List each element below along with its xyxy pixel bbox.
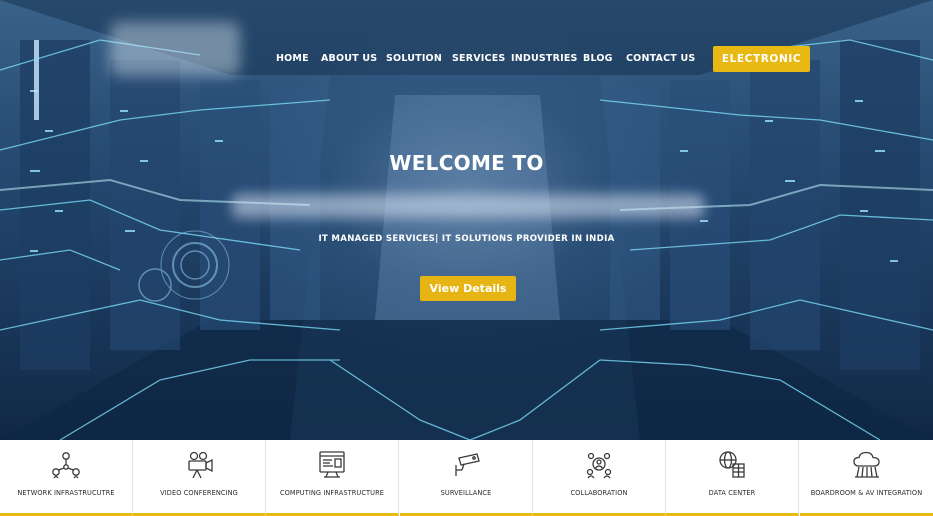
nav-home[interactable]: HOME <box>276 46 309 72</box>
nav-contact-us[interactable]: CONTACT US <box>626 46 695 72</box>
category-video-conferencing[interactable]: VIDEO CONFERENCING <box>133 440 266 516</box>
view-details-button[interactable]: View Details <box>420 276 516 301</box>
category-label: SURVEILLANCE <box>440 489 492 497</box>
category-label: DATA CENTER <box>708 489 756 497</box>
cloud-icon <box>852 451 880 478</box>
hero-welcome-heading: WELCOME TO <box>389 151 544 175</box>
computer-icon <box>319 451 345 478</box>
category-label: VIDEO CONFERENCING <box>160 489 238 497</box>
service-categories: NETWORK INFRASTRUCUTRE VIDEO CONFERENCIN… <box>0 440 933 516</box>
video-camera-icon <box>188 451 213 479</box>
category-label: COLLABORATION <box>570 489 628 497</box>
network-icon <box>52 452 80 479</box>
category-surveillance[interactable]: SURVEILLANCE <box>400 440 533 516</box>
category-boardroom-av-integration[interactable]: BOARDROOM & AV INTEGRATION <box>800 440 933 516</box>
nav-industries[interactable]: INDUSTRIES <box>511 46 578 72</box>
collaboration-icon <box>586 452 612 479</box>
cctv-camera-icon <box>455 453 480 476</box>
hero-banner: HOME ABOUT US SOLUTION SERVICES INDUSTRI… <box>0 0 933 440</box>
nav-blog[interactable]: BLOG <box>583 46 613 72</box>
category-label: COMPUTING INFRASTRUCTURE <box>279 489 385 497</box>
category-label: NETWORK INFRASTRUCUTRE <box>17 489 115 497</box>
category-computing-infrastructure[interactable]: COMPUTING INFRASTRUCTURE <box>266 440 399 516</box>
electronic-button[interactable]: ELECTRONIC <box>713 46 810 72</box>
nav-services[interactable]: SERVICES <box>452 46 505 72</box>
category-label: BOARDROOM & AV INTEGRATION <box>810 489 923 497</box>
category-collaboration[interactable]: COLLABORATION <box>533 440 666 516</box>
nav-about-us[interactable]: ABOUT US <box>321 46 377 72</box>
category-data-center[interactable]: DATA CENTER <box>666 440 799 516</box>
data-center-icon <box>719 451 745 478</box>
category-network-infrastructure[interactable]: NETWORK INFRASTRUCUTRE <box>0 440 133 516</box>
hero-tagline: IT MANAGED SERVICES| IT SOLUTIONS PROVID… <box>318 234 615 244</box>
nav-solution[interactable]: SOLUTION <box>386 46 442 72</box>
hero-company-name-blurred <box>232 194 704 218</box>
